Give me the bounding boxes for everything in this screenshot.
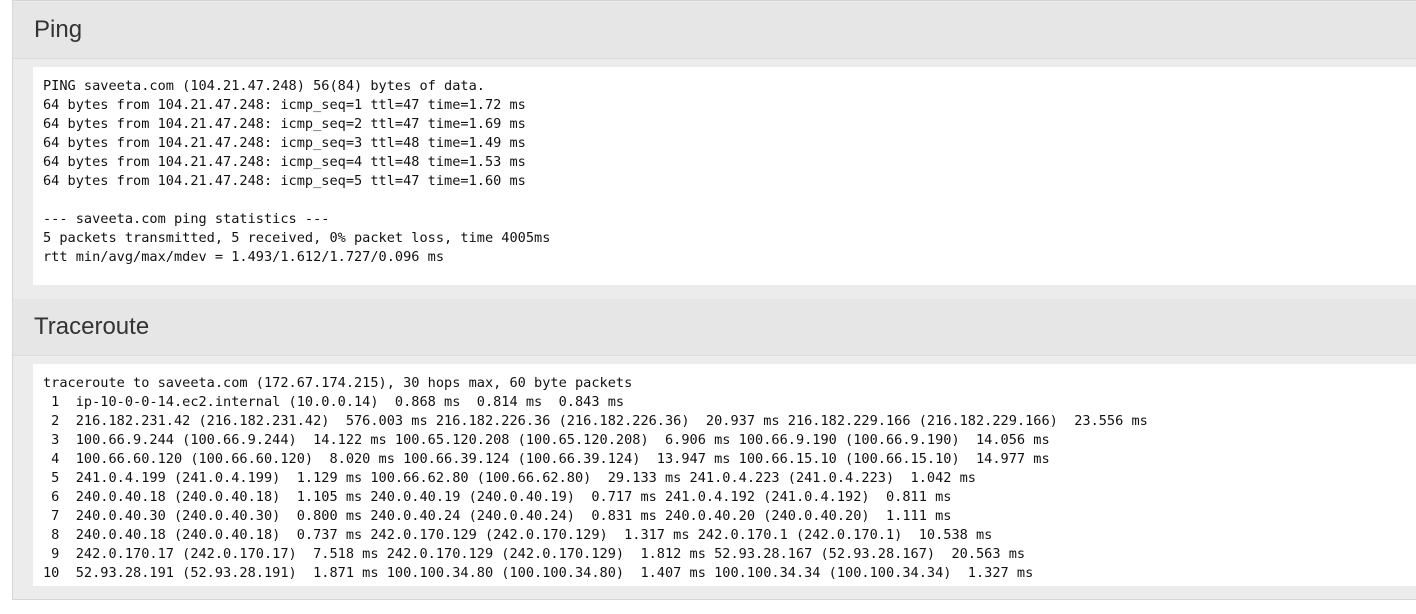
traceroute-output-line: 2 216.182.231.42 (216.182.231.42) 576.00… xyxy=(43,413,1148,429)
traceroute-output-line: 7 240.0.40.30 (240.0.40.30) 0.800 ms 240… xyxy=(43,508,952,524)
ping-section-header: Ping xyxy=(13,2,1416,59)
ping-output-line: 64 bytes from 104.21.47.248: icmp_seq=5 … xyxy=(43,173,526,189)
ping-output-line: rtt min/avg/max/mdev = 1.493/1.612/1.727… xyxy=(43,249,445,265)
traceroute-output-line: 5 241.0.4.199 (241.0.4.199) 1.129 ms 100… xyxy=(43,470,976,486)
traceroute-output-line: 4 100.66.60.120 (100.66.60.120) 8.020 ms… xyxy=(43,451,1050,467)
results-panel: Ping PING saveeta.com (104.21.47.248) 56… xyxy=(12,0,1416,600)
traceroute-output-line: traceroute to saveeta.com (172.67.174.21… xyxy=(43,375,633,391)
traceroute-output-line: 10 52.93.28.191 (52.93.28.191) 1.871 ms … xyxy=(43,565,1034,581)
traceroute-output-line: 9 242.0.170.17 (242.0.170.17) 7.518 ms 2… xyxy=(43,546,1026,562)
traceroute-output-line: 8 240.0.40.18 (240.0.40.18) 0.737 ms 242… xyxy=(43,527,993,543)
traceroute-output-line: 3 100.66.9.244 (100.66.9.244) 14.122 ms … xyxy=(43,432,1050,448)
traceroute-output-line: 1 ip-10-0-0-14.ec2.internal (10.0.0.14) … xyxy=(43,394,625,410)
traceroute-output: traceroute to saveeta.com (172.67.174.21… xyxy=(33,364,1416,586)
ping-output: PING saveeta.com (104.21.47.248) 56(84) … xyxy=(33,67,1416,285)
ping-output-line: 64 bytes from 104.21.47.248: icmp_seq=3 … xyxy=(43,135,526,151)
ping-output-line: 64 bytes from 104.21.47.248: icmp_seq=4 … xyxy=(43,154,526,170)
ping-output-line: 5 packets transmitted, 5 received, 0% pa… xyxy=(43,230,551,246)
ping-output-line: --- saveeta.com ping statistics --- xyxy=(43,211,330,227)
traceroute-output-line: 6 240.0.40.18 (240.0.40.18) 1.105 ms 240… xyxy=(43,489,952,505)
ping-output-line: 64 bytes from 104.21.47.248: icmp_seq=1 … xyxy=(43,97,526,113)
traceroute-section-header: Traceroute xyxy=(13,299,1416,356)
ping-output-line: 64 bytes from 104.21.47.248: icmp_seq=2 … xyxy=(43,116,526,132)
ping-output-line: PING saveeta.com (104.21.47.248) 56(84) … xyxy=(43,78,485,94)
ping-title: Ping xyxy=(34,16,83,43)
ping-output-line xyxy=(43,191,1416,210)
traceroute-title: Traceroute xyxy=(34,313,150,340)
